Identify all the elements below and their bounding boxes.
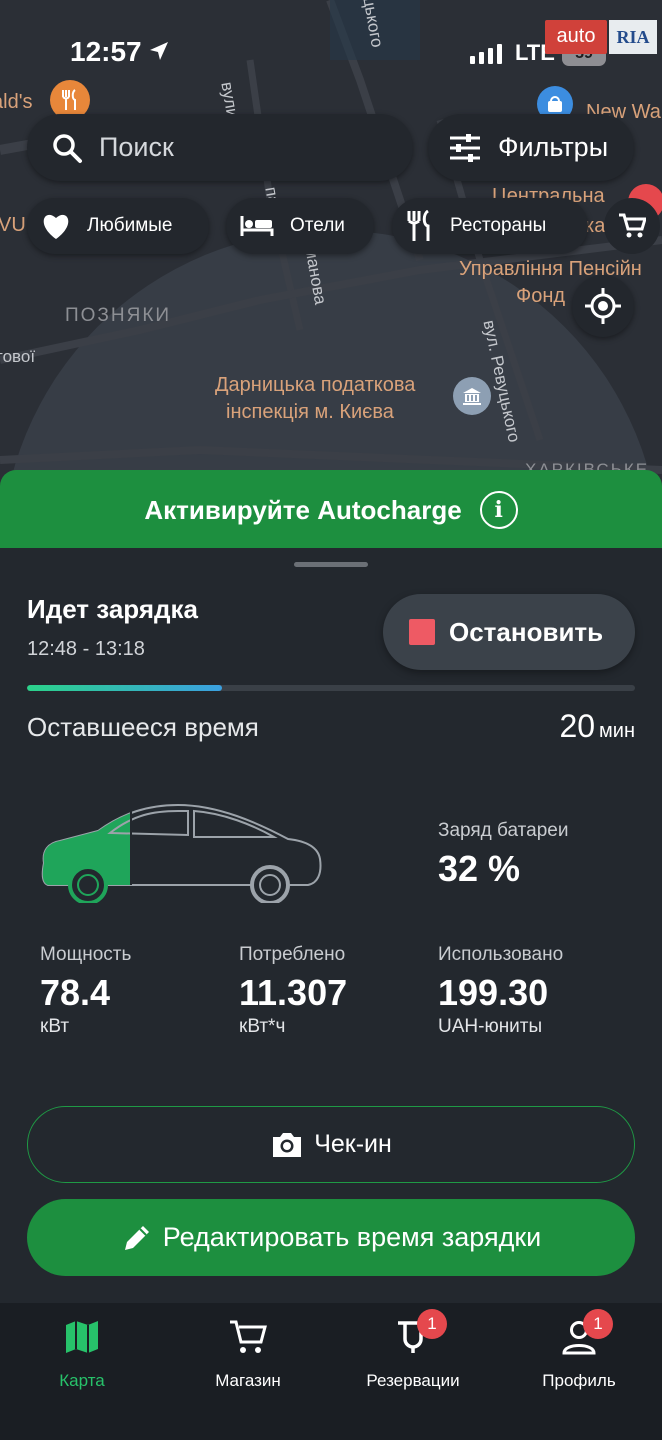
- map-label-pension-fund-2: Фонд: [516, 285, 566, 307]
- autocharge-banner[interactable]: Активируйте Autocharge i: [0, 470, 662, 550]
- charging-time-range: 12:48 - 13:18: [27, 638, 145, 660]
- cart-icon: [230, 1320, 267, 1353]
- map-icon: [66, 1321, 98, 1353]
- stop-charging-button[interactable]: Остановить: [383, 594, 635, 670]
- used-unit: UAH-юниты: [438, 1016, 543, 1037]
- sheet-drag-handle[interactable]: [294, 562, 368, 567]
- bed-icon: [240, 216, 274, 236]
- tab-map-label: Карта: [59, 1371, 105, 1390]
- power-stat: Мощность 78.4 кВт: [40, 944, 131, 1038]
- charging-status-title: Идет зарядка: [27, 594, 198, 624]
- tab-shop[interactable]: Магазин: [188, 1315, 308, 1391]
- bank-icon: [463, 388, 481, 405]
- edit-charging-time-button[interactable]: Редактировать время зарядки: [27, 1199, 635, 1276]
- power-value: 78.4: [40, 972, 111, 1013]
- battery-level-value: 32 %: [438, 848, 521, 889]
- stop-button-label: Остановить: [449, 616, 604, 647]
- edit-charging-time-label: Редактировать время зарядки: [162, 1222, 542, 1252]
- chip-hotels-label: Отели: [290, 215, 345, 236]
- remaining-time-value: 20 мин: [559, 708, 635, 745]
- remaining-time-number: 20: [559, 708, 596, 744]
- consumed-stat: Потреблено 11.307 кВт*ч: [239, 944, 347, 1038]
- my-location-button[interactable]: [572, 275, 634, 337]
- sliders-icon: [450, 133, 480, 162]
- camera-icon: [273, 1132, 302, 1157]
- map-label-tax-office-2: інспекція м. Києва: [226, 401, 394, 423]
- power-unit: кВт: [40, 1016, 70, 1037]
- chip-restaurants[interactable]: Рестораны: [392, 198, 588, 254]
- tab-reservations[interactable]: 1 Резервации: [353, 1309, 473, 1391]
- bottom-tab-bar: Карта Магазин 1 Резервации 1 Профиль: [0, 1303, 662, 1440]
- checkin-label: Чек-ин: [314, 1130, 392, 1158]
- consumed-title: Потреблено: [239, 944, 346, 965]
- filters-label: Фильтры: [498, 132, 609, 162]
- chip-hotels[interactable]: Отели: [226, 198, 374, 254]
- used-title: Использовано: [438, 944, 564, 965]
- search-input[interactable]: Поиск: [27, 114, 413, 181]
- profile-badge: 1: [583, 1309, 613, 1339]
- search-placeholder: Поиск: [99, 132, 174, 162]
- battery-level-stat: Заряд батареи 32 %: [438, 820, 568, 890]
- info-icon[interactable]: i: [479, 491, 518, 529]
- filters-button[interactable]: Фильтры: [428, 114, 634, 181]
- chip-shop[interactable]: [604, 198, 660, 254]
- watermark-ria: RIA: [609, 20, 657, 54]
- tab-map[interactable]: Карта: [22, 1315, 142, 1391]
- checkin-button[interactable]: Чек-ин: [27, 1106, 635, 1183]
- battery-level-title: Заряд батареи: [438, 820, 569, 841]
- charging-progress-bar: [27, 685, 635, 691]
- map-label-vu: VU: [0, 214, 26, 236]
- map-label-tax-office: Дарницька податкова: [215, 374, 416, 396]
- status-time: 12:57: [70, 36, 142, 67]
- search-icon: [53, 133, 82, 163]
- pencil-icon: [124, 1225, 149, 1250]
- stop-icon: [409, 619, 435, 645]
- charging-progress-fill: [27, 685, 222, 691]
- used-value: 199.30: [438, 972, 549, 1013]
- chip-favorites[interactable]: Любимые: [27, 198, 209, 254]
- used-stat: Использовано 199.30 UAH-юниты: [438, 944, 563, 1038]
- chip-restaurants-label: Рестораны: [450, 215, 547, 236]
- remaining-time-label: Оставшееся время: [27, 712, 259, 742]
- location-arrow-icon: [150, 42, 168, 60]
- reservations-badge: 1: [417, 1309, 447, 1339]
- heart-icon: [43, 214, 69, 239]
- consumed-value: 11.307: [239, 972, 348, 1013]
- chip-favorites-label: Любимые: [87, 215, 173, 236]
- watermark-auto: auto: [545, 20, 607, 54]
- tab-shop-label: Магазин: [215, 1371, 281, 1390]
- tab-profile[interactable]: 1 Профиль: [519, 1309, 639, 1391]
- map-label-ka: ка: [585, 215, 606, 237]
- fork-knife-icon: [407, 210, 430, 241]
- signal-icon: [470, 44, 502, 64]
- remaining-time-unit: мин: [599, 720, 635, 742]
- map-label-district: ПОЗНЯКИ: [65, 305, 172, 326]
- tab-reservations-label: Резервации: [366, 1371, 460, 1390]
- crosshair-icon: [585, 288, 621, 324]
- power-title: Мощность: [40, 944, 132, 965]
- government-poi[interactable]: [453, 377, 491, 415]
- tab-profile-label: Профиль: [542, 1371, 616, 1390]
- car-battery-icon: [41, 803, 322, 903]
- map-label-tovoi: тової: [0, 347, 36, 366]
- consumed-unit: кВт*ч: [239, 1016, 286, 1037]
- watermark-logo: auto RIA: [545, 20, 657, 54]
- autocharge-label: Активируйте Autocharge: [144, 494, 462, 525]
- status-bar: 12:57 LTE 59 auto RIA: [0, 0, 662, 100]
- cart-icon: [619, 213, 646, 238]
- charging-sheet: Идет зарядка 12:48 - 13:18 Остановить Ос…: [0, 548, 662, 1303]
